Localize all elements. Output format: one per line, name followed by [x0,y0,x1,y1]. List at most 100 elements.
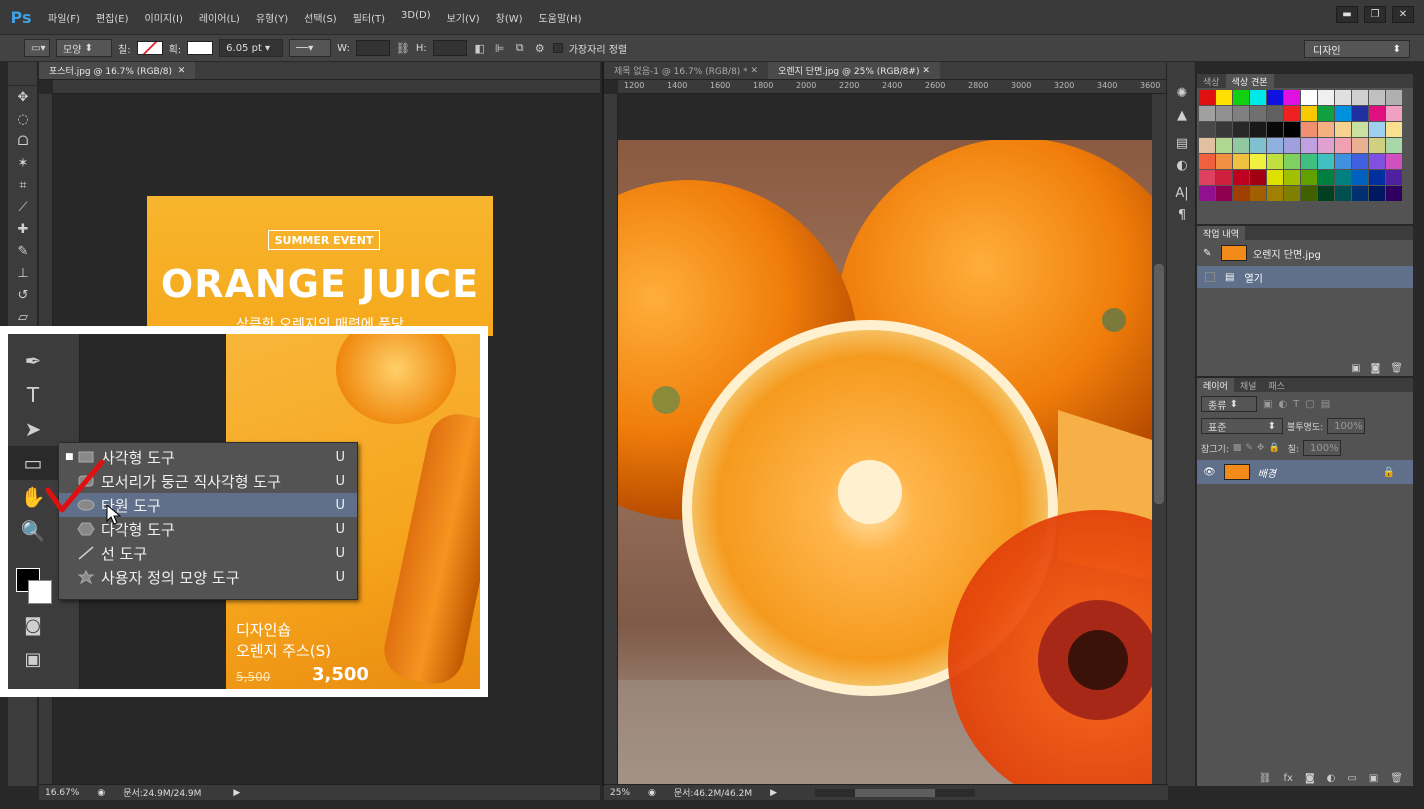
color-swatch[interactable] [1335,186,1351,201]
color-swatch[interactable] [1369,170,1385,185]
new-document-icon[interactable]: ▣ [1351,363,1360,374]
color-swatch[interactable] [1216,138,1232,153]
color-swatch[interactable] [1250,154,1266,169]
tab-color[interactable]: 색상 [1197,75,1226,88]
stroke-type-select[interactable]: ──▾ [289,39,332,57]
color-swatch[interactable] [1250,186,1266,201]
color-swatch[interactable] [1301,106,1317,121]
type-tool-icon[interactable]: T [8,378,58,412]
color-swatch[interactable] [1233,106,1249,121]
tab-paths[interactable]: 패스 [1262,379,1291,392]
screen-mode-icon[interactable]: ▣ [8,642,58,676]
color-swatch[interactable] [1369,122,1385,137]
right-scroll-thumb[interactable] [1154,264,1164,504]
filter-icons[interactable]: ▣◐T▢▤ [1263,399,1336,410]
color-swatch[interactable] [1199,90,1215,105]
crop-tool-icon[interactable]: ⌗ [8,174,38,196]
orange-doc-tab[interactable]: 오렌지 단면.jpg @ 25% (RGB/8#) ✕ [768,62,940,79]
menu-item[interactable]: 파일(F) [40,10,88,25]
tab-layers[interactable]: 레이어 [1197,378,1234,392]
color-swatch[interactable] [1352,154,1368,169]
color-swatch[interactable] [1318,154,1334,169]
untitled-doc-tab[interactable]: 제목 없음-1 @ 16.7% (RGB/8) * ✕ [604,62,768,79]
color-swatch[interactable] [1301,154,1317,169]
color-swatch[interactable] [1216,154,1232,169]
width-field[interactable] [355,40,390,56]
history-checkbox[interactable] [1205,272,1215,282]
color-swatch[interactable] [1267,138,1283,153]
color-swatch[interactable] [1318,170,1334,185]
color-swatch[interactable] [1250,138,1266,153]
color-swatch[interactable] [1233,90,1249,105]
close-button[interactable]: ✕ [1392,6,1414,23]
folder-icon[interactable]: ▭ [1347,773,1356,784]
color-swatch[interactable] [1284,170,1300,185]
color-swatch[interactable] [1369,154,1385,169]
layer-row[interactable]: 👁 배경 🔒 [1197,460,1413,484]
path-alignment-icon[interactable]: ⊫ [493,41,507,55]
eyedropper-tool-icon[interactable]: ⟋ [8,196,38,218]
color-swatch[interactable] [1318,106,1334,121]
menu-item[interactable]: 창(W) [488,10,531,25]
properties-icon[interactable]: ▤ [1167,132,1197,154]
eye-icon[interactable]: 👁 [1203,467,1216,478]
marquee-tool-icon[interactable]: ◌ [8,108,38,130]
close-icon[interactable]: ✕ [751,66,759,76]
color-swatch[interactable] [1233,186,1249,201]
color-swatch[interactable] [1386,154,1402,169]
color-swatch[interactable] [1267,122,1283,137]
color-swatch[interactable] [1199,122,1215,137]
color-swatch[interactable] [1352,138,1368,153]
color-swatch[interactable] [1318,90,1334,105]
right-horizontal-scrollbar[interactable] [815,788,976,797]
color-swatch[interactable] [1267,186,1283,201]
color-swatch[interactable] [1301,90,1317,105]
color-swatch[interactable] [1233,170,1249,185]
flyout-item-polygon[interactable]: 다각형 도구 U [59,517,357,541]
menu-item[interactable]: 이미지(I) [137,10,191,25]
pen-tool-icon[interactable]: ✒ [8,344,58,378]
fill-swatch[interactable] [136,41,163,55]
layer-fill-field[interactable]: 100% [1302,440,1341,456]
color-swatch[interactable] [1301,122,1317,137]
right-hscroll-thumb[interactable] [855,788,936,797]
character-icon[interactable]: A| [1167,182,1197,204]
color-swatch[interactable] [1284,122,1300,137]
color-swatch[interactable] [1386,106,1402,121]
color-swatch[interactable] [1267,106,1283,121]
paragraph-icon[interactable]: ¶ [1167,204,1197,226]
adjustments-icon[interactable]: ◐ [1167,154,1197,176]
color-swatch[interactable] [1267,170,1283,185]
minimize-button[interactable]: ▬ [1336,6,1358,23]
right-zoom-level[interactable]: 25% [610,788,630,798]
restore-button[interactable]: ❐ [1364,6,1386,23]
background-color[interactable] [28,580,52,604]
lasso-tool-icon[interactable]: ᗝ [8,130,38,152]
opacity-field[interactable]: 100% [1327,418,1366,434]
color-swatch[interactable] [1369,106,1385,121]
mask-icon[interactable]: ◙ [1305,773,1315,784]
adjustment-layer-icon[interactable]: ◐ [1327,773,1336,784]
color-swatch[interactable] [1250,106,1266,121]
healing-brush-tool-icon[interactable]: ✚ [8,218,38,240]
color-swatch[interactable] [1199,170,1215,185]
link-icon[interactable]: ⛓ [396,41,410,55]
color-swatch[interactable] [1284,106,1300,121]
color-swatch[interactable] [1216,170,1232,185]
history-snapshot-row[interactable]: ✎ 오렌지 단면.jpg [1197,240,1413,266]
menu-item[interactable]: 편집(E) [88,10,137,25]
stroke-swatch[interactable] [187,41,214,55]
left-zoom-level[interactable]: 16.67% [45,788,79,798]
color-swatch[interactable] [1369,90,1385,105]
color-swatch[interactable] [1318,138,1334,153]
tab-channels[interactable]: 채널 [1234,379,1263,392]
info-icon[interactable]: ◉ [97,788,105,798]
brush-tool-icon[interactable]: ✎ [8,240,38,262]
histogram-icon[interactable]: ▲ [1167,104,1197,126]
new-layer-icon[interactable]: ▣ [1369,773,1378,784]
color-swatch[interactable] [1335,90,1351,105]
color-swatch[interactable] [1318,186,1334,201]
tab-history[interactable]: 작업 내역 [1197,226,1245,240]
stroke-width-input[interactable]: 6.05 pt ▾ [219,39,284,57]
color-swatch[interactable] [1301,138,1317,153]
